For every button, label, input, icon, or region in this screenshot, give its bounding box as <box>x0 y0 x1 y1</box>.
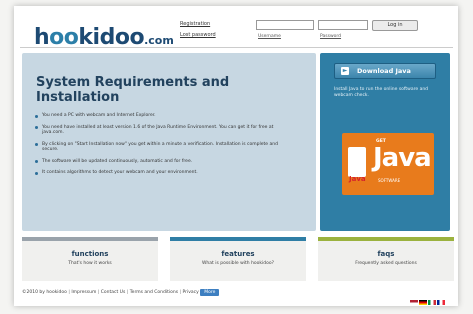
header-divider <box>20 47 453 48</box>
more-button[interactable]: More <box>200 289 220 296</box>
impressum-link[interactable]: Impressum <box>71 290 96 295</box>
list-item: You need a PC with webcam and Internet E… <box>34 113 294 119</box>
java-note: Install Java to run the online software … <box>334 87 429 98</box>
card-title: features <box>221 250 255 258</box>
java-wordmark: Java <box>373 143 432 173</box>
list-item: You need have installed at least version… <box>34 125 294 136</box>
card-subtitle: What is possible with hookidoo? <box>201 261 275 266</box>
language-flags <box>410 290 446 309</box>
card-subtitle: That's how it works <box>68 261 112 266</box>
username-label: Username <box>258 34 281 39</box>
requirements-panel: System Requirements and Installation You… <box>22 53 316 231</box>
download-java-label: Download Java <box>357 67 411 75</box>
flag-icon[interactable] <box>428 300 436 305</box>
username-input[interactable] <box>256 20 314 30</box>
list-item: The software will be updated continuousl… <box>34 159 294 165</box>
page-title: System Requirements and Installation <box>36 75 230 105</box>
card-subtitle: Frequently asked questions <box>355 261 417 266</box>
java-logo[interactable]: Java GET Java SOFTWARE <box>342 133 434 195</box>
java-tagline: SOFTWARE <box>378 178 401 183</box>
java-cup-icon <box>348 147 366 177</box>
card-title: functions <box>71 250 109 258</box>
flag-icon[interactable] <box>419 300 427 305</box>
copyright: ©2010 by hookidoo <box>22 290 67 295</box>
card-title: faqs <box>377 250 395 258</box>
password-input[interactable] <box>318 20 368 30</box>
functions-card[interactable]: functions That's how it works <box>22 237 158 281</box>
terms-link[interactable]: Terms and Conditions <box>130 290 178 295</box>
download-java-button[interactable]: ► Download Java <box>334 63 436 79</box>
download-arrow-icon: ► <box>341 67 349 75</box>
list-item: It contains algorithms to detect your we… <box>34 170 294 176</box>
requirements-list: You need a PC with webcam and Internet E… <box>34 113 294 182</box>
flag-icon[interactable] <box>410 300 418 305</box>
privacy-link[interactable]: Privacy <box>182 290 198 295</box>
login-button[interactable]: Log in <box>372 20 418 31</box>
list-item: By clicking on "Start Installation now" … <box>34 142 294 153</box>
header-links: Registration Lost password <box>180 19 216 41</box>
flag-icon[interactable] <box>437 300 445 305</box>
faqs-card[interactable]: faqs Frequently asked questions <box>318 237 454 281</box>
contact-link[interactable]: Contact Us <box>101 290 126 295</box>
footer: ©2010 by hookidoo | Impressum | Contact … <box>22 289 220 296</box>
registration-link[interactable]: Registration <box>180 19 216 30</box>
lost-password-link[interactable]: Lost password <box>180 30 216 41</box>
java-cup-label: Java <box>349 175 366 183</box>
java-panel: ► Download Java Install Java to run the … <box>320 53 450 231</box>
features-card[interactable]: features What is possible with hookidoo? <box>170 237 306 281</box>
password-label: Password <box>320 34 342 39</box>
